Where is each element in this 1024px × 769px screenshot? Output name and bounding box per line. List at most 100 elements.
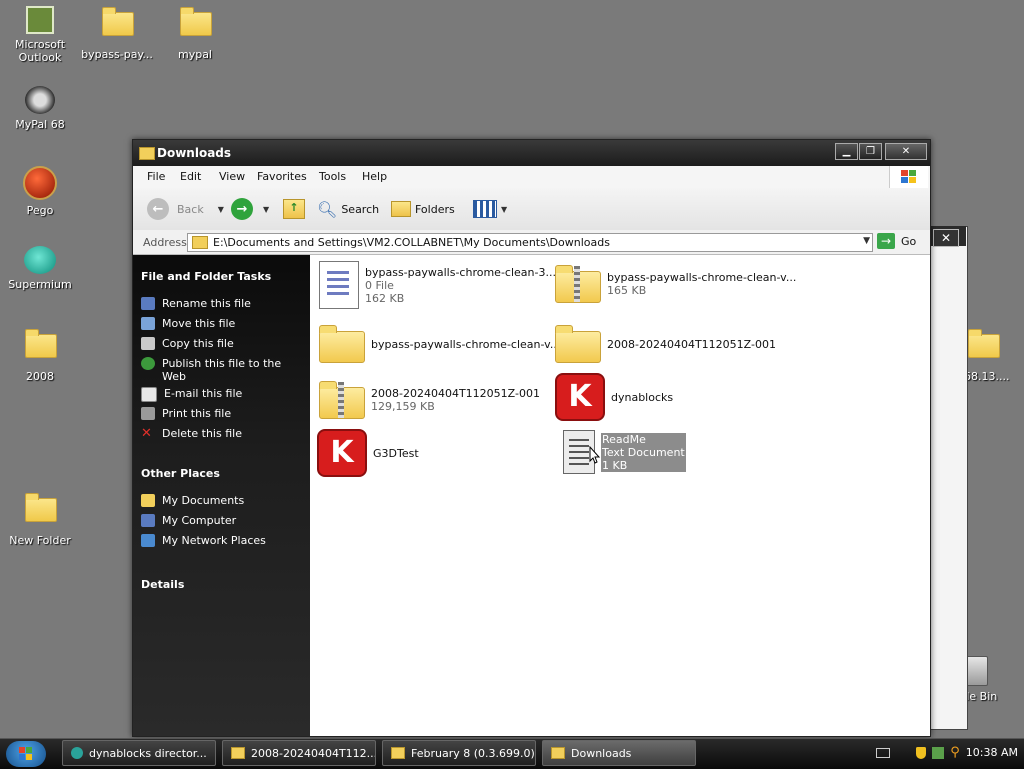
search-label: Search <box>341 202 380 216</box>
file-item[interactable]: bypass-paywalls-chrome-clean-v... <box>319 325 560 363</box>
place-my-computer[interactable]: My Computer <box>141 514 301 527</box>
menu-edit[interactable]: Edit <box>180 170 201 183</box>
file-item-selected[interactable]: ReadMe Text Document 1 KB <box>563 430 686 474</box>
chevron-down-icon: ▼ <box>501 204 508 214</box>
menu-view[interactable]: View <box>219 170 245 183</box>
desktop-icon-mypal-folder[interactable]: mypal <box>157 6 233 61</box>
mouse-cursor-icon <box>589 446 601 464</box>
desktop-icon-2008[interactable]: 2008 <box>2 328 78 383</box>
desktop-icon-partial-folder[interactable]: -68.13.... <box>960 328 1024 383</box>
menu-tools[interactable]: Tools <box>319 170 346 183</box>
place-my-documents[interactable]: My Documents <box>141 494 301 507</box>
folder-icon <box>551 747 565 759</box>
taskbar-button-february[interactable]: February 8 (0.3.699.0) <box>382 740 536 766</box>
windows-logo-icon <box>889 166 928 188</box>
folders-icon <box>391 201 411 217</box>
start-button[interactable] <box>6 741 46 767</box>
task-print[interactable]: Print this file <box>141 407 301 420</box>
file-item[interactable]: bypass-paywalls-chrome-clean-v... 165 KB <box>555 265 796 303</box>
selection-highlight: ReadMe Text Document 1 KB <box>601 432 686 472</box>
details-header[interactable]: Details <box>141 578 184 591</box>
taskbar-button-label: Downloads <box>571 746 632 760</box>
up-folder-button[interactable]: ↑ <box>283 198 305 220</box>
close-button[interactable]: ✕ <box>885 143 927 160</box>
task-label: Publish this file to the Web <box>162 357 282 383</box>
desktop-icon-supermium[interactable]: Supermium <box>2 246 78 291</box>
file-type: Text Document <box>602 445 685 459</box>
go-label: Go <box>901 234 917 248</box>
views-button[interactable]: ▼ <box>473 198 507 220</box>
task-delete[interactable]: ✕ Delete this file <box>141 427 301 440</box>
file-name: 2008-20240404T112051Z-001 <box>607 337 776 351</box>
desktop-icon-bypass[interactable]: bypass-pay... <box>79 6 155 61</box>
window-titlebar[interactable]: Downloads ▁ ❐ ✕ <box>133 140 930 166</box>
taskbar-button-2008-zip[interactable]: 2008-20240404T112... <box>222 740 376 766</box>
background-window[interactable] <box>928 226 968 730</box>
back-label: Back <box>177 202 204 216</box>
keyboard-icon[interactable] <box>876 747 891 758</box>
chevron-down-icon[interactable]: ▼ <box>863 236 870 246</box>
task-label: Copy this file <box>162 337 234 350</box>
search-icon[interactable]: ⚲ <box>950 745 960 760</box>
folder-icon <box>555 325 601 363</box>
task-publish[interactable]: Publish this file to the Web <box>141 357 301 383</box>
search-button[interactable]: 🔍︎ Search <box>317 198 379 220</box>
close-icon[interactable]: ✕ <box>933 229 959 247</box>
file-name: ReadMe <box>602 432 646 446</box>
maximize-button[interactable]: ❐ <box>859 143 882 160</box>
taskbar-button-dynablocks[interactable]: dynablocks director... <box>62 740 216 766</box>
file-item[interactable]: 2008-20240404T112051Z-001 129,159 KB <box>319 381 540 419</box>
desktop-icon-pego[interactable]: Pego <box>2 166 78 217</box>
desktop-icon-mypal68[interactable]: MyPal 68 <box>2 86 78 131</box>
desktop-icon-label: 2008 <box>26 370 54 383</box>
back-button[interactable]: ← Back ▼ <box>147 198 224 220</box>
taskbar-button-label: February 8 (0.3.699.0) <box>411 746 535 760</box>
folder-icon <box>24 493 57 530</box>
taskbar-button-downloads[interactable]: Downloads <box>542 740 696 766</box>
clock[interactable]: 10:38 AM <box>966 746 1018 759</box>
menu-favorites[interactable]: Favorites <box>257 170 307 183</box>
file-size: 162 KB <box>365 291 405 305</box>
delete-x-icon: ✕ <box>141 426 152 441</box>
go-button[interactable]: → Go <box>877 233 916 249</box>
email-icon <box>141 387 157 402</box>
menu-file[interactable]: File <box>147 170 165 183</box>
chevron-down-icon[interactable]: ▼ <box>218 205 224 214</box>
file-item[interactable]: 2008-20240404T112051Z-001 <box>555 325 776 363</box>
menu-help[interactable]: Help <box>362 170 387 183</box>
zip-folder-icon <box>555 265 601 303</box>
task-move[interactable]: Move this file <box>141 317 301 330</box>
file-tasks-header[interactable]: File and Folder Tasks <box>141 270 271 283</box>
file-item[interactable]: K G3DTest <box>317 429 419 477</box>
desktop-icon-outlook[interactable]: Microsoft Outlook <box>2 6 78 64</box>
folder-icon <box>319 325 365 363</box>
explorer-window: Downloads ▁ ❐ ✕ File Edit View Favorites… <box>132 139 931 737</box>
forward-button[interactable]: → ▼ <box>231 198 269 220</box>
task-label: Print this file <box>162 407 232 420</box>
task-copy[interactable]: Copy this file <box>141 337 301 350</box>
file-size: 1 KB <box>602 458 628 472</box>
folder-icon <box>968 329 1000 366</box>
desktop-icon-new-folder[interactable]: New Folder <box>2 492 78 547</box>
network-icon[interactable] <box>932 746 945 759</box>
shield-icon[interactable] <box>916 746 927 759</box>
outlook-icon <box>26 6 54 34</box>
task-pane: File and Folder Tasks Rename this file M… <box>133 255 310 736</box>
place-my-network[interactable]: My Network Places <box>141 534 301 547</box>
go-arrow-icon: → <box>877 233 895 249</box>
file-item[interactable]: K dynablocks <box>555 373 673 421</box>
address-label: Address <box>143 236 187 249</box>
other-places-header[interactable]: Other Places <box>141 467 220 480</box>
address-input[interactable]: E:\Documents and Settings\VM2.COLLABNET\… <box>187 233 873 252</box>
chevron-down-icon[interactable]: ▼ <box>263 205 269 214</box>
folders-button[interactable]: Folders <box>391 198 455 220</box>
minimize-button[interactable]: ▁ <box>835 143 858 160</box>
task-email[interactable]: E-mail this file <box>141 387 301 402</box>
dynablocks-app-icon: K <box>555 373 605 421</box>
system-tray: ⚲ 10:38 AM <box>876 745 1018 760</box>
task-rename[interactable]: Rename this file <box>141 297 301 310</box>
file-item[interactable]: bypass-paywalls-chrome-clean-3.... 0 Fil… <box>319 261 559 309</box>
desktop-icon-label: Pego <box>26 204 54 217</box>
toolbar: ← Back ▼ → ▼ ↑ 🔍︎ Search Folders ▼ <box>133 188 930 231</box>
address-value: E:\Documents and Settings\VM2.COLLABNET\… <box>213 236 610 249</box>
